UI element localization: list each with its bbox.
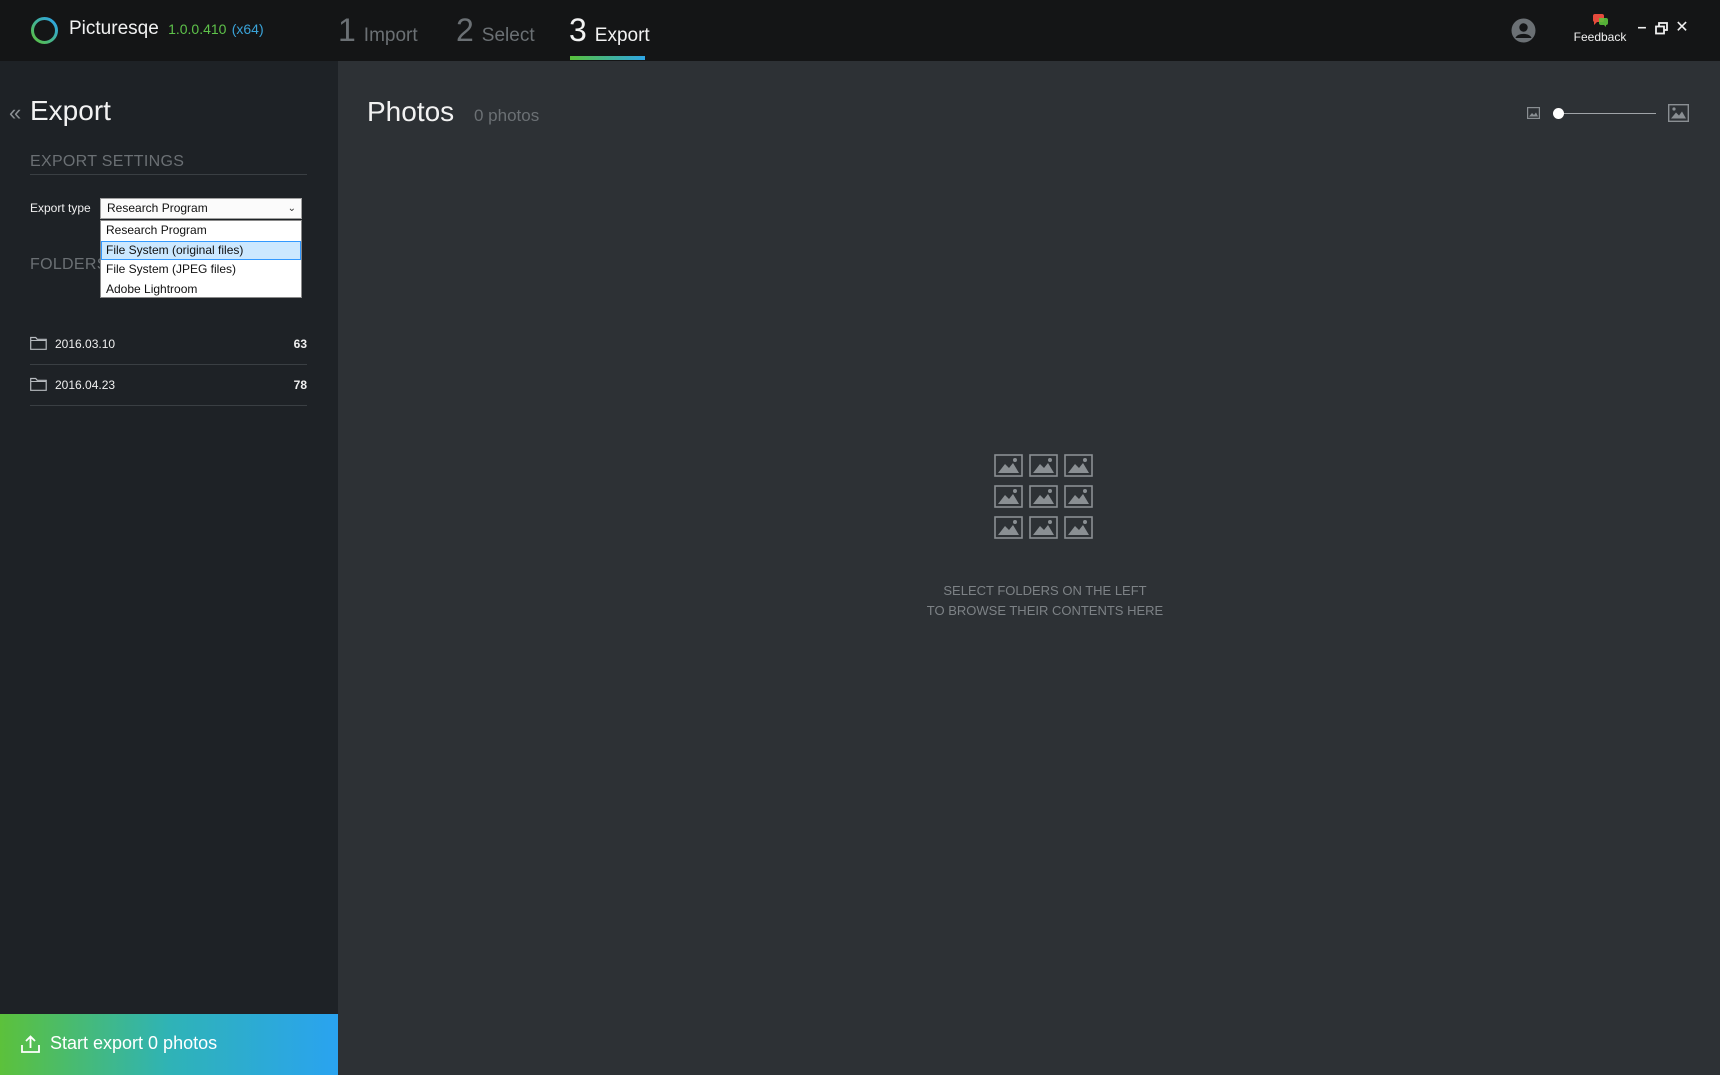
step-label: Export [594,25,650,46]
restore-icon[interactable] [1655,22,1668,35]
collapse-sidebar-icon[interactable]: « [9,102,21,124]
user-icon[interactable] [1511,18,1536,43]
step-label: Select [481,25,535,46]
tab-export[interactable]: 3 Export [569,12,650,49]
small-thumbnail-icon[interactable] [1527,107,1540,119]
upload-icon [21,1035,40,1053]
minimize-icon[interactable]: – [1635,20,1649,36]
feedback-icon [1592,14,1608,27]
folder-name: 2016.03.10 [55,337,116,351]
folder-name: 2016.04.23 [55,378,116,392]
image-placeholder-icon [994,454,1023,477]
step-number: 2 [456,12,474,48]
sidebar-title: Export [30,95,111,126]
app-logo-icon [31,17,58,44]
empty-state-line-2: TO BROWSE THEIR CONTENTS HERE [926,603,1164,618]
tab-import[interactable]: 1 Import [338,12,418,49]
app-title: Picturesqe 1.0.0.410 (x64) [69,18,264,40]
image-placeholder-icon [1029,485,1058,508]
photo-count: 0 photos [474,106,540,125]
folder-count: 63 [293,337,307,351]
step-number: 1 [338,12,356,48]
folder-icon [30,377,47,391]
empty-state-placeholder-grid [994,454,1094,540]
image-placeholder-icon [1064,454,1093,477]
image-placeholder-icon [994,485,1023,508]
empty-state-line-1: SELECT FOLDERS ON THE LEFT [943,583,1147,598]
export-type-value: Research Program [107,201,208,215]
dropdown-option-file-system-original[interactable]: File System (original files) [101,240,301,260]
export-settings-heading: EXPORT SETTINGS [30,153,185,170]
start-export-label: Start export 0 photos [50,1033,218,1053]
app-arch: (x64) [231,21,264,37]
slider-track [1559,113,1656,114]
dropdown-option-file-system-jpeg[interactable]: File System (JPEG files) [101,260,301,280]
title-bar: Picturesqe 1.0.0.410 (x64) 1 Import 2 Se… [0,0,1720,61]
image-placeholder-icon [1064,485,1093,508]
export-type-label: Export type [30,201,91,215]
app-name: Picturesqe [69,18,159,39]
start-export-button[interactable]: Start export 0 photos [0,1014,338,1075]
image-placeholder-icon [1064,516,1093,539]
slider-knob[interactable] [1553,108,1564,119]
empty-state-message: SELECT FOLDERS ON THE LEFT TO BROWSE THE… [860,581,1230,621]
image-placeholder-icon [1029,516,1058,539]
app-version: 1.0.0.410 [168,21,227,37]
folder-count: 78 [293,378,307,392]
step-number: 3 [569,12,587,48]
step-label: Import [363,25,418,46]
export-type-dropdown: Research Program File System (original f… [100,220,302,298]
dropdown-option-adobe-lightroom[interactable]: Adobe Lightroom [101,280,301,300]
folder-row[interactable]: 2016.04.23 78 [30,365,307,406]
export-type-select[interactable]: Research Program ⌄ [100,198,302,219]
thumbnail-size-slider[interactable] [1553,104,1656,124]
chevron-down-icon: ⌄ [287,203,296,214]
folder-row[interactable]: 2016.03.10 63 [30,324,307,365]
image-placeholder-icon [994,516,1023,539]
folder-icon [30,336,47,350]
divider [30,174,307,175]
active-tab-indicator [570,56,645,60]
page-title: Photos [367,96,455,127]
feedback-button[interactable]: Feedback [1571,12,1629,48]
folders-heading: FOLDERS [30,256,108,273]
large-thumbnail-icon[interactable] [1668,104,1689,122]
tab-select[interactable]: 2 Select [456,12,535,49]
image-placeholder-icon [1029,454,1058,477]
sidebar: « Export EXPORT SETTINGS Export type FOL… [0,61,338,1075]
feedback-label: Feedback [1573,30,1627,44]
close-icon[interactable]: ✕ [1675,20,1689,36]
dropdown-option-research-program[interactable]: Research Program [101,221,301,241]
